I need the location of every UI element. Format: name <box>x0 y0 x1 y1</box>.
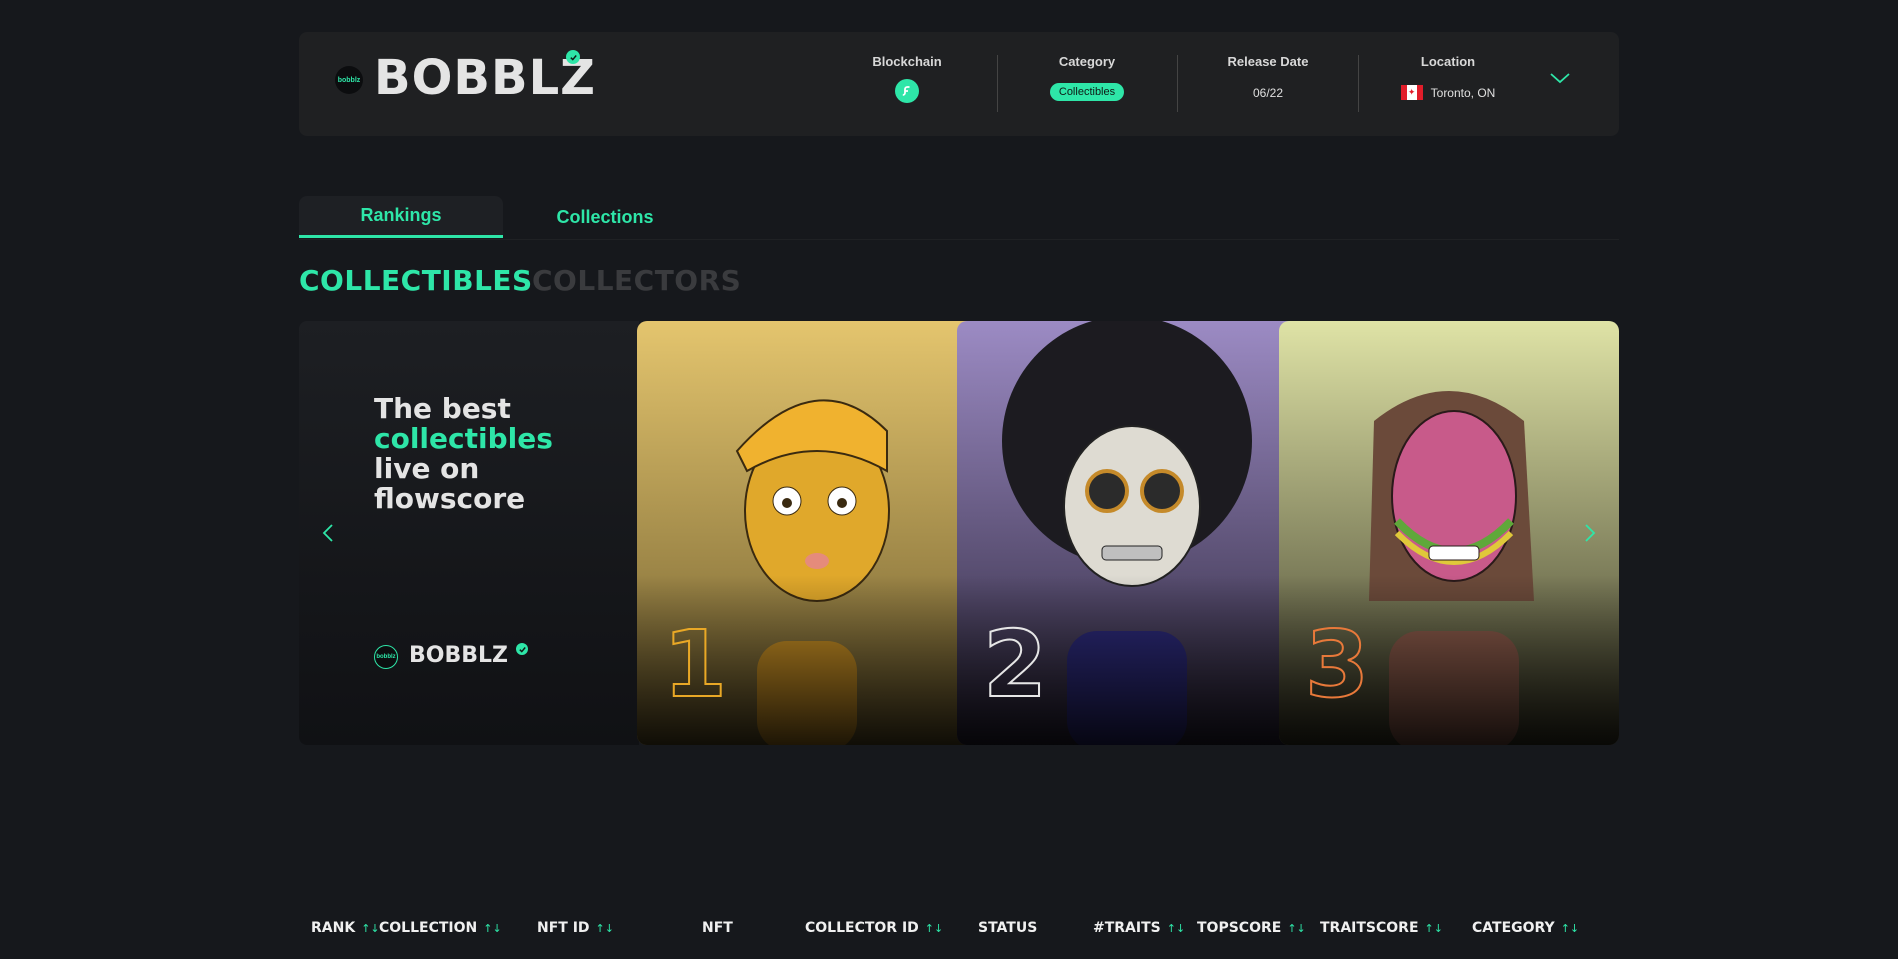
location-info: Location ✦ Toronto, ON <box>1390 54 1506 114</box>
canada-flag-icon: ✦ <box>1400 85 1423 100</box>
column-header-traitscore[interactable]: TRAITSCORE ↑↓ <box>1320 920 1443 936</box>
carousel-intro: The best collectibles live on flowscore … <box>299 321 639 745</box>
category-label: Category <box>1058 54 1116 69</box>
page-tabs: Rankings Collections <box>299 196 1619 240</box>
intro-line: live on <box>374 452 480 485</box>
header-label: COLLECTION <box>379 920 478 936</box>
column-header-collection[interactable]: COLLECTION ↑↓ <box>379 920 502 936</box>
header-label: STATUS <box>978 920 1038 936</box>
release-date-label: Release Date <box>1227 54 1309 69</box>
segment-collectibles[interactable]: COLLECTIBLES <box>299 264 533 297</box>
column-header-traits[interactable]: #TRAITS ↑↓ <box>1093 920 1185 936</box>
category-badge: Collectibles <box>1049 83 1125 101</box>
rank-number: 3 <box>1304 611 1370 718</box>
divider <box>1358 55 1359 112</box>
sort-icon: ↑↓ <box>1287 921 1306 935</box>
header-label: CATEGORY <box>1472 920 1555 936</box>
divider <box>997 55 998 112</box>
rank-3-card[interactable]: 3 <box>1279 321 1619 745</box>
carousel-next-button[interactable] <box>1577 521 1601 545</box>
sort-icon: ↑↓ <box>361 921 380 935</box>
header-label: TOPSCORE <box>1197 920 1282 936</box>
bobblz-logo: bobblz <box>335 66 363 94</box>
intro-line: flowscore <box>374 482 526 515</box>
rank-2-card[interactable]: 2 <box>957 321 1299 745</box>
blockchain-label: Blockchain <box>872 54 942 69</box>
release-date-value: 06/22 <box>1252 86 1284 100</box>
sort-icon: ↑↓ <box>1424 921 1443 935</box>
column-header-category[interactable]: CATEGORY ↑↓ <box>1472 920 1579 936</box>
header-label: NFT ID <box>537 920 590 936</box>
top-collectibles-carousel: The best collectibles live on flowscore … <box>299 321 1619 745</box>
rank-number: 2 <box>982 611 1048 718</box>
sort-icon: ↑↓ <box>924 921 944 935</box>
column-header-collector-id[interactable]: COLLECTOR ID ↑↓ <box>805 920 943 936</box>
tab-rankings[interactable]: Rankings <box>299 196 503 238</box>
column-header-topscore[interactable]: TOPSCORE ↑↓ <box>1197 920 1306 936</box>
header-label: TRAITSCORE <box>1320 920 1419 936</box>
intro-brand-title: BOBBLZ <box>409 643 508 668</box>
location-value: Toronto, ON <box>1430 85 1496 100</box>
sort-icon: ↑↓ <box>483 921 502 935</box>
column-header-nft-id[interactable]: NFT ID ↑↓ <box>537 920 614 936</box>
sort-icon: ↑↓ <box>1166 921 1186 935</box>
collection-title: BOBBLZ <box>374 50 596 106</box>
header-label: #TRAITS <box>1093 920 1161 936</box>
expand-header-button[interactable] <box>1548 68 1572 88</box>
intro-line-accent: collectibles <box>374 422 553 455</box>
verified-icon <box>516 643 528 655</box>
logo-text: bobblz <box>376 654 396 660</box>
sort-icon: ↑↓ <box>1560 921 1580 935</box>
segment-collectors[interactable]: COLLECTORS <box>532 264 741 297</box>
verified-icon <box>566 50 580 64</box>
rank-1-card[interactable]: 1 <box>637 321 977 745</box>
location-label: Location <box>1420 54 1476 69</box>
sort-icon: ↑↓ <box>595 921 614 935</box>
blockchain-info: Blockchain <box>860 54 954 114</box>
chevron-right-icon <box>1585 524 1596 542</box>
rank-number: 1 <box>662 611 728 718</box>
header-label: NFT <box>702 920 733 936</box>
divider <box>1177 55 1178 112</box>
carousel-prev-button[interactable] <box>317 521 341 545</box>
column-header-nft: NFT <box>702 920 733 936</box>
chevron-down-icon <box>1550 73 1570 84</box>
intro-headline: The best collectibles live on flowscore <box>374 394 553 514</box>
intro-line: The best <box>374 392 511 425</box>
tab-collections[interactable]: Collections <box>503 196 707 238</box>
category-info: Category Collectibles <box>1035 54 1139 114</box>
flow-chain-icon <box>895 79 919 103</box>
logo-text: bobblz <box>337 76 361 84</box>
bobblz-logo-small: bobblz <box>374 645 398 669</box>
header-label: COLLECTOR ID <box>805 920 919 936</box>
release-date-info: Release Date 06/22 <box>1212 54 1324 114</box>
column-header-status: STATUS <box>978 920 1037 936</box>
rankings-table-header: RANK ↑↓ COLLECTION ↑↓ NFT ID ↑↓ NFT COLLECT… <box>311 920 1611 942</box>
chevron-left-icon <box>322 524 333 542</box>
header-label: RANK <box>311 920 356 936</box>
column-header-rank[interactable]: RANK ↑↓ <box>311 920 380 936</box>
